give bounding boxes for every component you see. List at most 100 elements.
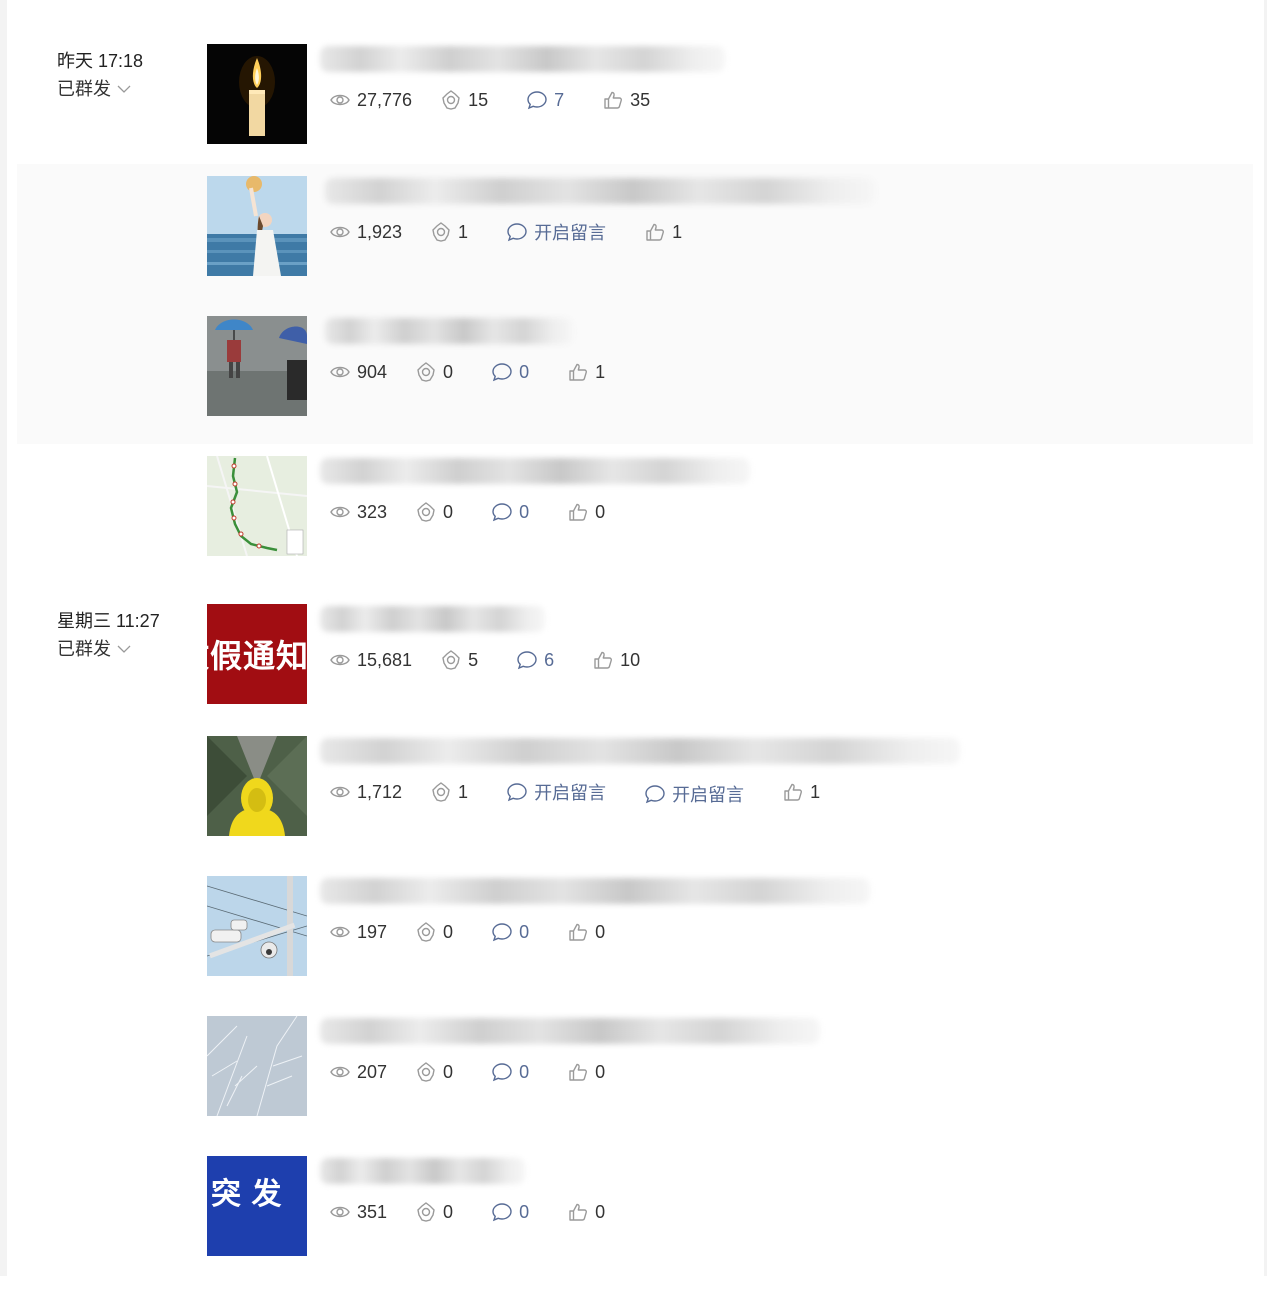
read-count: 197 [329,921,387,943]
share-icon [415,1061,437,1083]
share-count: 0 [415,501,453,523]
article-stats: 323 0 0 0 [329,500,605,524]
article-stats: 1,712 1 开启留言 开启留言 1 [329,779,820,807]
article-row[interactable]: 放假通知 15,681 5 6 10 [0,604,1267,744]
comment-count-value: 7 [554,89,565,110]
article-stats: 904 0 0 1 [329,360,605,384]
comment-link[interactable]: 0 [491,501,529,523]
article-title[interactable] [320,606,545,632]
enable-comments-link[interactable]: 开启留言 [506,219,606,245]
article-row[interactable]: 197 0 0 0 [0,876,1267,1016]
share-count: 15 [440,89,488,111]
share-count-value: 0 [443,361,454,382]
read-count-value: 1,923 [357,221,403,242]
thumbs-up-icon [567,921,589,943]
comment-count-value: 开启留言 [534,783,607,803]
like-count: 0 [567,921,605,943]
eye-icon [329,361,351,383]
article-stats: 1,923 1 开启留言 1 [329,220,682,244]
like-count-value: 0 [595,921,606,942]
share-icon [415,1201,437,1223]
article-title[interactable] [325,318,573,344]
share-count-value: 5 [468,649,479,670]
article-title[interactable] [320,1018,820,1044]
comment-link[interactable]: 0 [491,1061,529,1083]
read-count: 904 [329,361,387,383]
article-row[interactable]: 207 0 0 0 [0,1016,1267,1156]
comment-link[interactable]: 6 [516,649,554,671]
read-count: 1,923 [329,221,402,243]
like-count-value: 35 [630,89,651,110]
article-stats: 207 0 0 0 [329,1060,605,1084]
comment-icon [506,781,528,803]
comment-count-value: 6 [544,649,555,670]
comment-count-value: 开启留言 [534,223,607,243]
like-count: 1 [644,221,682,243]
umbrella-rain-image[interactable] [207,316,307,416]
like-count: 1 [782,781,820,803]
read-count-value: 1,712 [357,781,403,802]
thumb-caption: 放假通知 [207,637,307,675]
comment-icon [491,1061,513,1083]
article-row[interactable]: 323 0 0 0 [0,456,1267,596]
comment-count-value: 0 [519,921,530,942]
candle-image[interactable] [207,44,307,144]
share-count: 0 [415,921,453,943]
thumbs-up-icon [592,649,614,671]
share-count: 0 [415,361,453,383]
comment-link[interactable]: 0 [491,1201,529,1223]
article-row[interactable]: 突 发 351 0 0 0 [0,1156,1267,1296]
comment-icon [491,501,513,523]
read-count: 323 [329,501,387,523]
share-count-value: 0 [443,501,454,522]
read-count-value: 207 [357,1061,388,1082]
thumbs-up-icon [567,1201,589,1223]
article-title[interactable] [320,1158,525,1184]
article-stats: 15,681 5 6 10 [329,648,640,672]
frost-image[interactable] [207,1016,307,1116]
enable-comments-link[interactable]: 开启留言 [506,779,606,805]
read-count: 27,776 [329,89,412,111]
eye-icon [329,89,351,111]
read-count-value: 15,681 [357,649,413,670]
article-row[interactable]: 904 0 0 1 [17,304,1253,444]
thumb-caption: 突 发 [211,1177,282,1212]
article-title[interactable] [320,878,870,904]
comment-link[interactable]: 0 [491,921,529,943]
like-count: 35 [602,89,650,111]
woman-seaside-image[interactable] [207,176,307,276]
article-title[interactable] [320,46,725,72]
article-row[interactable]: 1,923 1 开启留言 1 [17,164,1253,304]
holiday-notice-image[interactable]: 放假通知 [207,604,307,704]
read-count: 351 [329,1201,387,1223]
like-count-value: 1 [595,361,606,382]
comment-link[interactable]: 7 [526,89,564,111]
eye-icon [329,501,351,523]
read-count: 207 [329,1061,387,1083]
article-stats: 351 0 0 0 [329,1200,605,1224]
article-row[interactable]: 27,776 15 7 35 [0,44,1267,184]
thumbs-up-icon [602,89,624,111]
share-count-value: 0 [443,1061,454,1082]
comment-count-value: 0 [519,1201,530,1222]
article-title[interactable] [320,738,960,764]
thumbs-up-icon [567,501,589,523]
article-title[interactable] [325,178,875,204]
share-count: 5 [440,649,478,671]
eye-icon [329,921,351,943]
enable-comments-link-secondary[interactable]: 开启留言 [644,781,744,807]
share-count-value: 0 [443,1201,454,1222]
thumbs-up-icon [782,781,804,803]
comment-count-value: 0 [519,361,530,382]
article-title[interactable] [320,458,750,484]
surveillance-camera-image[interactable] [207,876,307,976]
like-count-value: 0 [595,1201,606,1222]
route-map-image[interactable] [207,456,307,556]
comment-count-value: 0 [519,501,530,522]
read-count-value: 904 [357,361,388,382]
breaking-news-image[interactable]: 突 发 [207,1156,307,1256]
yellow-raincoat-image[interactable] [207,736,307,836]
comment-link[interactable]: 0 [491,361,529,383]
article-row[interactable]: 1,712 1 开启留言 开启留言 1 [0,736,1267,876]
share-icon [440,649,462,671]
